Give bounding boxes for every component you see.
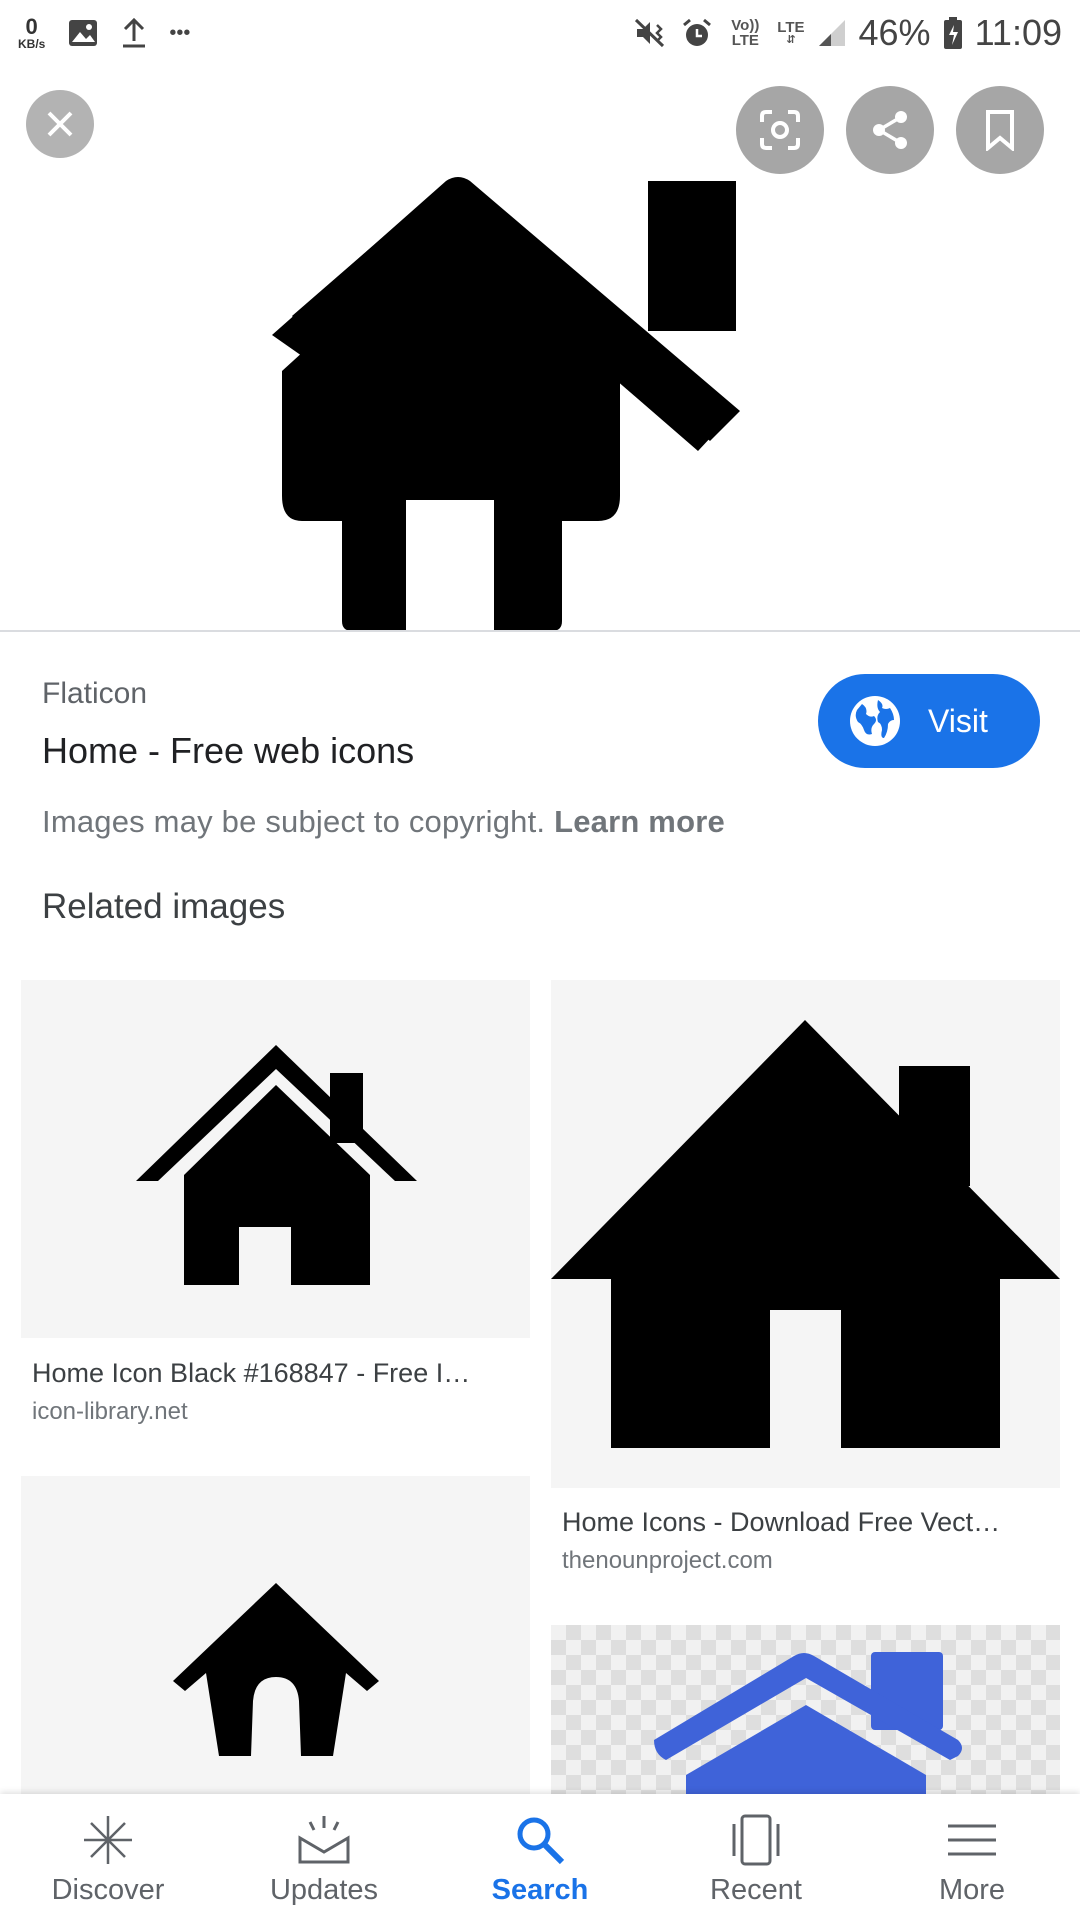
house-image xyxy=(135,1045,417,1285)
related-domain: icon-library.net xyxy=(32,1398,188,1425)
house-image xyxy=(272,177,740,631)
lte-indicator: LTE ⇵ xyxy=(777,19,805,46)
nav-more[interactable]: More xyxy=(864,1794,1080,1920)
image-preview xyxy=(0,66,1080,631)
share-icon xyxy=(873,111,907,149)
related-thumbnail xyxy=(21,1476,530,1794)
updates-icon xyxy=(298,1816,350,1864)
blue-house-image xyxy=(653,1652,962,1794)
visit-label: Visit xyxy=(928,702,988,739)
save-button[interactable] xyxy=(956,86,1044,174)
nav-search[interactable]: Search xyxy=(432,1794,648,1920)
learn-more-link[interactable]: Learn more xyxy=(554,804,725,839)
related-card[interactable] xyxy=(551,1625,1060,1794)
battery-charging-icon xyxy=(943,17,962,49)
house-image xyxy=(551,1020,1060,1448)
close-button[interactable] xyxy=(26,90,94,158)
related-thumbnail xyxy=(551,980,1060,1488)
doghouse-image xyxy=(172,1583,379,1756)
related-domain: thenounproject.com xyxy=(562,1547,773,1574)
globe-icon xyxy=(850,696,900,746)
close-icon xyxy=(47,111,73,137)
related-card[interactable] xyxy=(21,1476,530,1794)
related-thumbnail xyxy=(21,980,530,1338)
bookmark-icon xyxy=(986,110,1014,151)
network-speed: 0 KB/s xyxy=(18,14,46,51)
lens-icon xyxy=(760,110,800,150)
menu-icon xyxy=(948,1824,996,1856)
source-name: Flaticon xyxy=(42,677,148,710)
alarm-icon xyxy=(683,18,712,46)
related-card[interactable]: Home Icons - Download Free Vect… thenoun… xyxy=(551,980,1060,1590)
recent-icon xyxy=(732,1814,780,1866)
related-title: Home Icons - Download Free Vect… xyxy=(562,1507,1001,1537)
clock: 11:09 xyxy=(974,12,1062,53)
volte-indicator: Vo)) LTE xyxy=(731,17,760,49)
related-heading: Related images xyxy=(42,887,286,926)
more-notifications-icon: ••• xyxy=(169,21,191,44)
visit-button[interactable]: Visit xyxy=(818,674,1040,768)
share-button[interactable] xyxy=(846,86,934,174)
search-icon xyxy=(517,1817,565,1865)
related-thumbnail xyxy=(551,1625,1060,1794)
copyright-notice: Images may be subject to copyright. Lear… xyxy=(42,804,725,839)
related-title: Home Icon Black #168847 - Free I… xyxy=(32,1358,471,1388)
signal-icon xyxy=(818,20,845,46)
related-card[interactable]: Home Icon Black #168847 - Free I… icon-l… xyxy=(21,980,530,1440)
result-info: Flaticon Home - Free web icons Visit Ima… xyxy=(0,632,1080,957)
nav-discover[interactable]: Discover xyxy=(0,1794,216,1920)
discover-icon xyxy=(84,1816,132,1864)
bottom-navigation: Discover Updates Search Recent More xyxy=(0,1794,1080,1920)
result-title[interactable]: Home - Free web icons xyxy=(42,730,414,772)
nav-recent[interactable]: Recent xyxy=(648,1794,864,1920)
upload-icon xyxy=(123,17,146,48)
gallery-icon xyxy=(69,20,98,46)
nav-updates[interactable]: Updates xyxy=(216,1794,432,1920)
lens-button[interactable] xyxy=(736,86,824,174)
status-bar: 0 KB/s ••• Vo)) LTE LTE ⇵ 46% 11:09 xyxy=(0,0,1080,66)
battery-percent: 46% xyxy=(858,12,931,53)
mute-vibrate-icon xyxy=(635,18,665,48)
